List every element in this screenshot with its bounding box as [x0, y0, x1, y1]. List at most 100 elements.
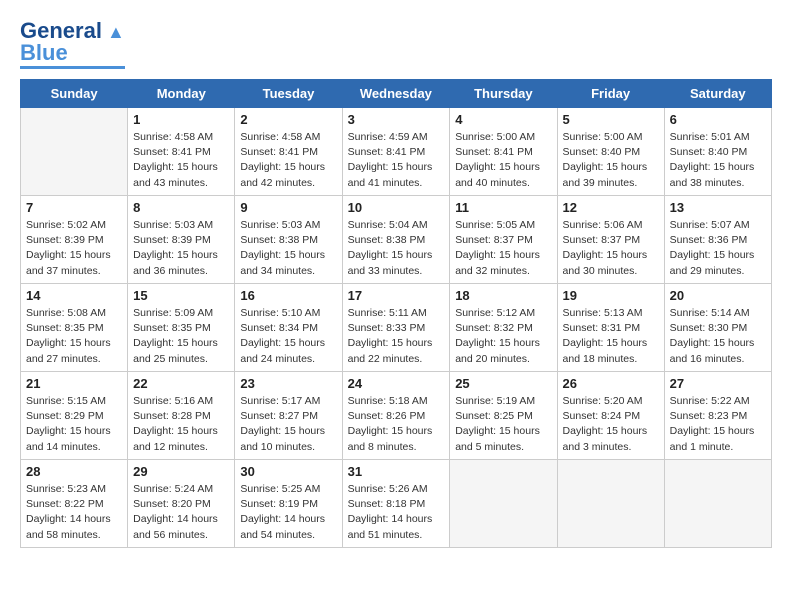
sunset-text: Sunset: 8:25 PM — [455, 410, 533, 422]
day-number: 4 — [455, 112, 551, 127]
logo-arrow: ▲ — [102, 22, 125, 42]
day-cell: 2Sunrise: 4:58 AMSunset: 8:41 PMDaylight… — [235, 108, 342, 196]
day-cell: 13Sunrise: 5:07 AMSunset: 8:36 PMDayligh… — [664, 196, 771, 284]
daylight-text: Daylight: 15 hours and 34 minutes. — [240, 249, 325, 276]
sunset-text: Sunset: 8:30 PM — [670, 322, 748, 334]
day-info: Sunrise: 5:11 AMSunset: 8:33 PMDaylight:… — [348, 306, 445, 367]
sunrise-text: Sunrise: 5:16 AM — [133, 395, 213, 407]
sunrise-text: Sunrise: 5:19 AM — [455, 395, 535, 407]
sunrise-text: Sunrise: 4:58 AM — [240, 131, 320, 143]
day-cell: 17 Sunrise: 5:11 AMSunset: 8:33 PMDayligh… — [342, 284, 450, 372]
sunset-text: Sunset: 8:39 PM — [133, 234, 211, 246]
day-info: Sunrise: 5:10 AMSunset: 8:34 PMDaylight:… — [240, 306, 336, 367]
day-info: Sunrise: 4:58 AMSunset: 8:41 PMDaylight:… — [133, 130, 229, 191]
daylight-text: Daylight: 15 hours and 1 minute. — [670, 425, 755, 452]
sunset-text: Sunset: 8:33 PM — [348, 322, 426, 334]
day-number: 23 — [240, 376, 336, 391]
sunrise-text: Sunrise: 5:26 AM — [348, 483, 428, 495]
day-cell: 29Sunrise: 5:24 AMSunset: 8:20 PMDayligh… — [128, 460, 235, 548]
sunrise-text: Sunrise: 5:00 AM — [455, 131, 535, 143]
daylight-text: Daylight: 15 hours and 3 minutes. — [563, 425, 648, 452]
day-header-sunday: Sunday — [21, 80, 128, 108]
sunrise-text: Sunrise: 5:05 AM — [455, 219, 535, 231]
day-header-friday: Friday — [557, 80, 664, 108]
sunset-text: Sunset: 8:41 PM — [348, 146, 426, 158]
day-info: Sunrise: 5:16 AMSunset: 8:28 PMDaylight:… — [133, 394, 229, 455]
sunrise-text: Sunrise: 5:12 AM — [455, 307, 535, 319]
day-header-wednesday: Wednesday — [342, 80, 450, 108]
day-cell: 9Sunrise: 5:03 AMSunset: 8:38 PMDaylight… — [235, 196, 342, 284]
day-cell — [450, 460, 557, 548]
day-number: 24 — [348, 376, 445, 391]
daylight-text: Daylight: 14 hours and 56 minutes. — [133, 513, 218, 540]
daylight-text: Daylight: 15 hours and 30 minutes. — [563, 249, 648, 276]
sunrise-text: Sunrise: 5:08 AM — [26, 307, 106, 319]
sunset-text: Sunset: 8:23 PM — [670, 410, 748, 422]
sunset-text: Sunset: 8:35 PM — [26, 322, 104, 334]
sunset-text: Sunset: 8:29 PM — [26, 410, 104, 422]
day-number: 7 — [26, 200, 122, 215]
day-cell: 27 Sunrise: 5:22 AM Sunset: 8:23 PM Dayligh… — [664, 372, 771, 460]
daylight-text: Daylight: 15 hours and 40 minutes. — [455, 161, 540, 188]
sunset-text: Sunset: 8:24 PM — [563, 410, 641, 422]
day-info: Sunrise: 5:20 AMSunset: 8:24 PMDaylight:… — [563, 394, 659, 455]
sunset-text: Sunset: 8:19 PM — [240, 498, 318, 510]
daylight-text: Daylight: 15 hours and 41 minutes. — [348, 161, 433, 188]
sunset-text: Sunset: 8:34 PM — [240, 322, 318, 334]
day-info: Sunrise: 5:14 AMSunset: 8:30 PMDaylight:… — [670, 306, 766, 367]
day-cell: 11Sunrise: 5:05 AMSunset: 8:37 PMDayligh… — [450, 196, 557, 284]
daylight-text: Daylight: 15 hours and 10 minutes. — [240, 425, 325, 452]
daylight-text: Daylight: 15 hours and 5 minutes. — [455, 425, 540, 452]
sunset-text: Sunset: 8:27 PM — [240, 410, 318, 422]
day-cell: 30Sunrise: 5:25 AMSunset: 8:19 PMDayligh… — [235, 460, 342, 548]
sunrise-text: Sunrise: 5:24 AM — [133, 483, 213, 495]
day-number: 31 — [348, 464, 445, 479]
sunrise-text: Sunrise: 5:02 AM — [26, 219, 106, 231]
day-cell: 15Sunrise: 5:09 AMSunset: 8:35 PMDayligh… — [128, 284, 235, 372]
sunset-text: Sunset: 8:40 PM — [670, 146, 748, 158]
daylight-text: Daylight: 15 hours and 14 minutes. — [26, 425, 111, 452]
daylight-text: Daylight: 15 hours and 29 minutes. — [670, 249, 755, 276]
day-info: Sunrise: 5:08 AM Sunset: 8:35 PM Daylight:… — [26, 306, 122, 367]
daylight-text: Daylight: 15 hours and 33 minutes. — [348, 249, 433, 276]
day-cell: 7Sunrise: 5:02 AMSunset: 8:39 PMDaylight… — [21, 196, 128, 284]
day-number: 29 — [133, 464, 229, 479]
daylight-text: Daylight: 15 hours and 24 minutes. — [240, 337, 325, 364]
day-number: 16 — [240, 288, 336, 303]
sunset-text: Sunset: 8:39 PM — [26, 234, 104, 246]
day-info: Sunrise: 5:07 AMSunset: 8:36 PMDaylight:… — [670, 218, 766, 279]
week-row-4: 21Sunrise: 5:15 AMSunset: 8:29 PMDayligh… — [21, 372, 772, 460]
day-number: 27 — [670, 376, 766, 391]
sunrise-text: Sunrise: 5:03 AM — [240, 219, 320, 231]
sunrise-text: Sunrise: 5:18 AM — [348, 395, 428, 407]
day-cell: 31Sunrise: 5:26 AMSunset: 8:18 PMDayligh… — [342, 460, 450, 548]
day-info: Sunrise: 5:04 AMSunset: 8:38 PMDaylight:… — [348, 218, 445, 279]
daylight-text: Daylight: 15 hours and 27 minutes. — [26, 337, 111, 364]
daylight-text: Daylight: 14 hours and 58 minutes. — [26, 513, 111, 540]
day-cell: 16 Sunrise: 5:10 AMSunset: 8:34 PMDayligh… — [235, 284, 342, 372]
day-cell: 25Sunrise: 5:19 AMSunset: 8:25 PMDayligh… — [450, 372, 557, 460]
sunrise-text: Sunrise: 5:03 AM — [133, 219, 213, 231]
daylight-text: Daylight: 14 hours and 54 minutes. — [240, 513, 325, 540]
day-cell: 6Sunrise: 5:01 AMSunset: 8:40 PMDaylight… — [664, 108, 771, 196]
sunset-text: Sunset: 8:41 PM — [133, 146, 211, 158]
daylight-text: Daylight: 15 hours and 32 minutes. — [455, 249, 540, 276]
sunset-text: Sunset: 8:35 PM — [133, 322, 211, 334]
day-info: Sunrise: 4:59 AM Sunset: 8:41 PM Daylight:… — [348, 130, 445, 191]
day-cell: 24Sunrise: 5:18 AMSunset: 8:26 PMDayligh… — [342, 372, 450, 460]
day-number: 6 — [670, 112, 766, 127]
day-header-saturday: Saturday — [664, 80, 771, 108]
sunset-text: Sunset: 8:37 PM — [455, 234, 533, 246]
day-number: 17 — [348, 288, 445, 303]
day-info: Sunrise: 5:00 AMSunset: 8:41 PMDaylight:… — [455, 130, 551, 191]
sunrise-text: Sunrise: 4:59 AM — [348, 131, 428, 143]
day-number: 26 — [563, 376, 659, 391]
daylight-text: Daylight: 14 hours and 51 minutes. — [348, 513, 433, 540]
day-info: Sunrise: 5:15 AMSunset: 8:29 PMDaylight:… — [26, 394, 122, 455]
sunrise-text: Sunrise: 5:22 AM — [670, 395, 750, 407]
week-row-2: 7 Sunrise: 5:02 AM Sunset: 8:39 PM Daylight… — [21, 196, 772, 284]
sunset-text: Sunset: 8:38 PM — [348, 234, 426, 246]
sunrise-text: Sunrise: 5:07 AM — [670, 219, 750, 231]
sunrise-text: Sunrise: 5:01 AM — [670, 131, 750, 143]
day-info: Sunrise: 5:13 AMSunset: 8:31 PMDaylight:… — [563, 306, 659, 367]
